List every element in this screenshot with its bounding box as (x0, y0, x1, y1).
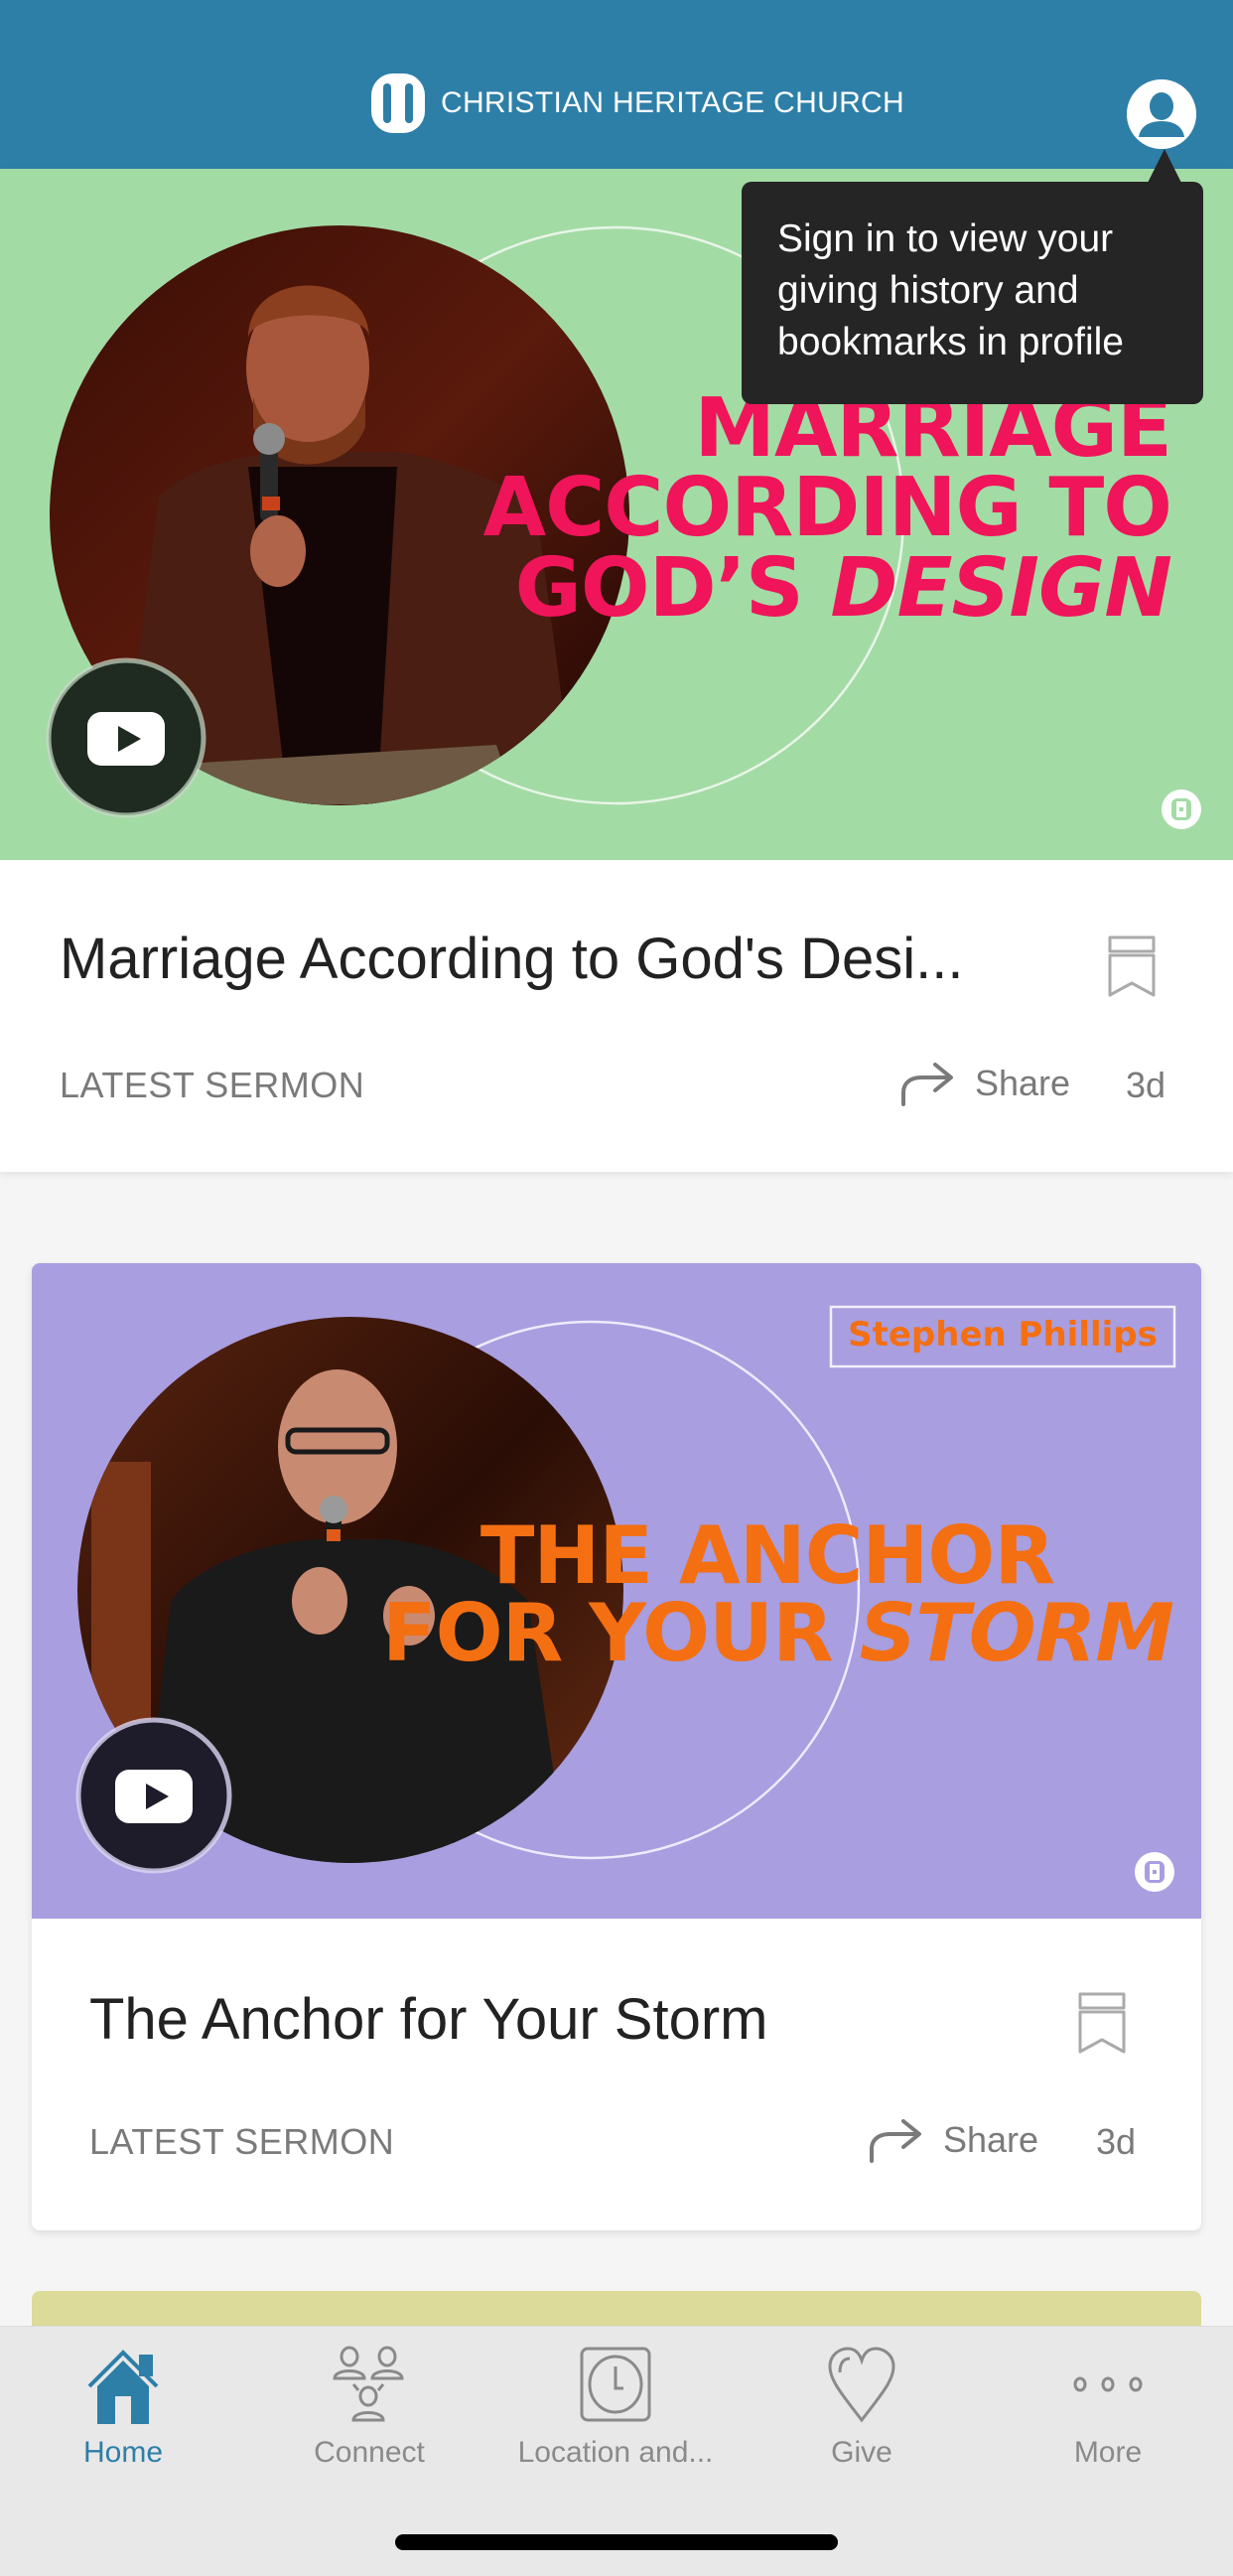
tab-more[interactable]: More (985, 2327, 1231, 2476)
banner-title-line: FOR YOUR STORM (382, 1594, 1174, 1673)
tab-home[interactable]: Home (0, 2327, 246, 2476)
speaker-name: Stephen Phillips (848, 1315, 1158, 1355)
sermon-title[interactable]: Marriage According to God's Desi... (60, 926, 963, 992)
tab-location[interactable]: Location and... (492, 2327, 739, 2476)
person-circle-icon (1127, 79, 1196, 149)
play-button[interactable] (46, 657, 206, 818)
tab-give[interactable]: Give (739, 2327, 985, 2476)
more-dots-icon (1073, 2376, 1143, 2392)
banner-title-text: FOR YOUR (381, 1587, 860, 1680)
banner-title: MARRIAGE ACCORDING TO GOD’S DESIGN (482, 387, 1172, 629)
tab-connect[interactable]: Connect (246, 2327, 492, 2476)
share-arrow-icon (870, 2119, 921, 2163)
tab-label: Home (82, 2436, 164, 2469)
sermon-banner[interactable]: Stephen Phillips THE ANCHOR FOR YOUR STO… (32, 1263, 1201, 1919)
tooltip-arrow (1147, 149, 1182, 185)
app-header: CHRISTIAN HERITAGE CHURCH (0, 0, 1233, 169)
sermon-title[interactable]: The Anchor for Your Storm (89, 1986, 767, 2053)
home-indicator[interactable] (395, 2534, 838, 2550)
sermon-age: 3d (1096, 2121, 1137, 2162)
share-label: Share (975, 1063, 1071, 1103)
bookmark-icon[interactable] (1074, 1990, 1130, 2056)
tab-label: Location and... (517, 2436, 714, 2469)
sermon-category: LATEST SERMON (60, 1065, 365, 1105)
share-arrow-icon (901, 1063, 953, 1106)
profile-button[interactable] (1127, 79, 1196, 149)
bookmark-icon[interactable] (1104, 933, 1160, 999)
banner-title-line: ACCORDING TO (482, 461, 1172, 556)
banner-title-emphasis: DESIGN (830, 540, 1172, 636)
sermon-age: 3d (1126, 1065, 1166, 1105)
banner-title-line: GOD’S DESIGN (483, 547, 1172, 629)
banner-title: THE ANCHOR FOR YOUR STORM (382, 1509, 1174, 1673)
tab-label: More (1073, 2436, 1143, 2469)
sermon-category: LATEST SERMON (89, 2121, 395, 2162)
banner-title-line: THE ANCHOR (480, 1509, 1055, 1602)
share-label: Share (943, 2119, 1039, 2160)
share-button[interactable]: Share (868, 2117, 1038, 2163)
people-icon (333, 2346, 404, 2422)
church-logo: CHRISTIAN HERITAGE CHURCH (369, 72, 904, 135)
play-button[interactable] (75, 1717, 232, 1874)
tab-label: Give (831, 2436, 892, 2469)
tab-label: Connect (314, 2436, 425, 2469)
home-icon (87, 2350, 159, 2424)
banner-title-emphasis: STORM (859, 1587, 1174, 1680)
watermark-logo-icon (1162, 789, 1201, 829)
banner-title-text: GOD’S (514, 540, 831, 636)
heart-icon (828, 2347, 895, 2423)
sermon-card[interactable]: Stephen Phillips THE ANCHOR FOR YOUR STO… (32, 1263, 1201, 2230)
tooltip-text: Sign in to view your giving history and … (777, 217, 1124, 363)
clock-icon (580, 2347, 651, 2422)
church-name: CHRISTIAN HERITAGE CHURCH (441, 86, 904, 119)
sign-in-tooltip[interactable]: Sign in to view your giving history and … (742, 182, 1203, 404)
share-button[interactable]: Share (899, 1061, 1070, 1106)
church-logo-icon (371, 73, 425, 133)
watermark-logo-icon (1135, 1852, 1174, 1892)
